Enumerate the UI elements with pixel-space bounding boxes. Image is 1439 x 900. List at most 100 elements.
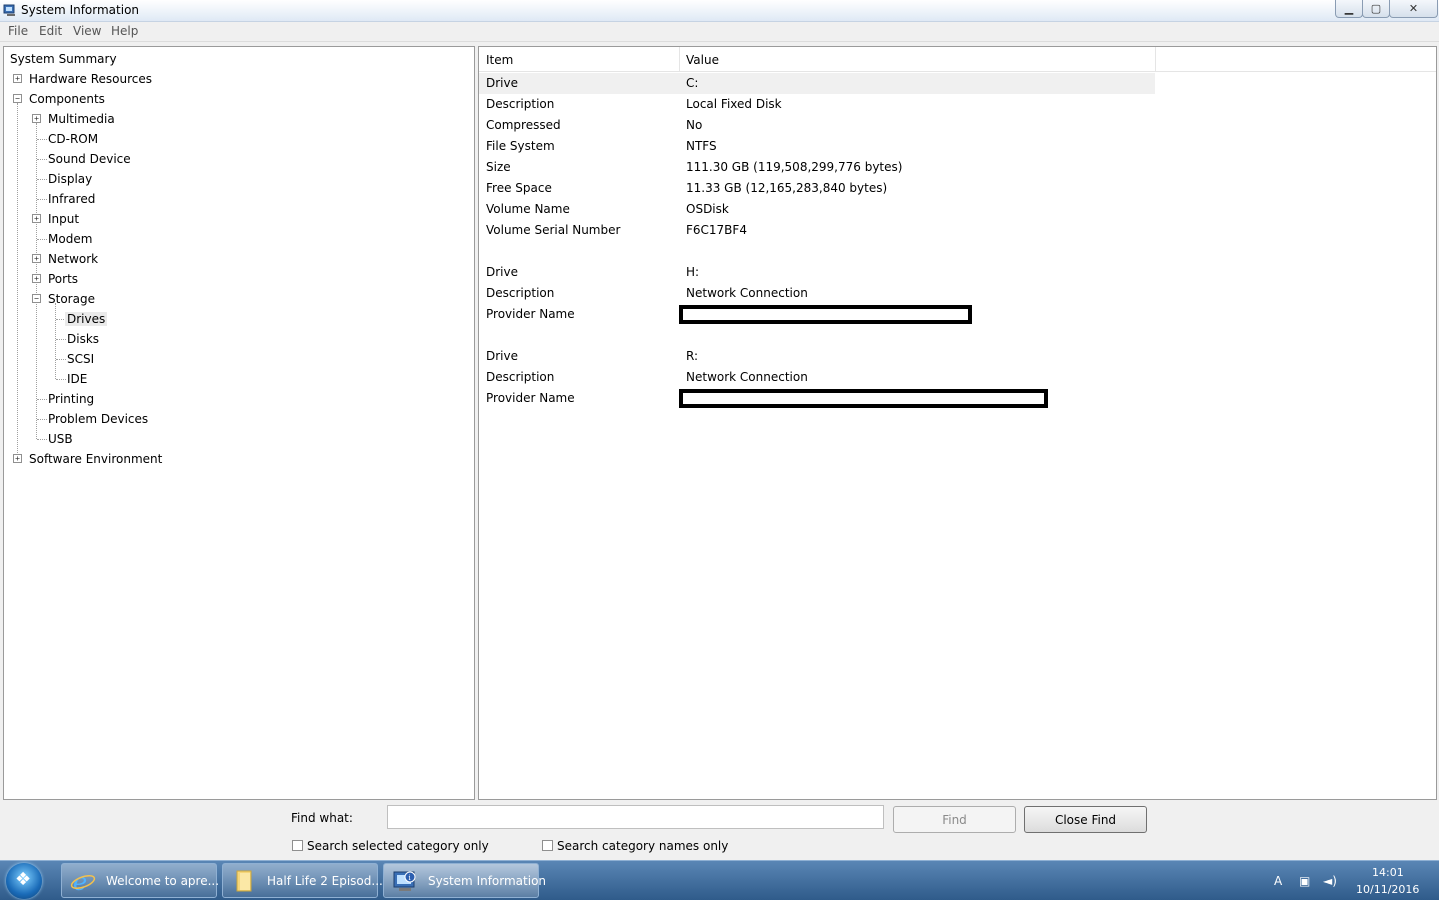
tree-item-problem-devices[interactable]: Problem Devices	[48, 410, 148, 428]
tree-item-storage[interactable]: Storage	[48, 290, 95, 308]
tree-item-sound-device[interactable]: Sound Device	[48, 150, 131, 168]
tree-item-ide[interactable]: IDE	[67, 370, 87, 388]
row-value: R:	[686, 349, 699, 363]
menu-view[interactable]: View	[73, 24, 101, 38]
clock-time[interactable]: 14:01	[1372, 866, 1404, 879]
tree-label: System Summary	[10, 52, 117, 66]
table-row[interactable]: Description Local Fixed Disk	[479, 94, 1155, 115]
search-selected-category-checkbox[interactable]	[292, 840, 303, 851]
tree-item-drives[interactable]: Drives	[65, 310, 108, 328]
tree-item-components[interactable]: Components	[29, 90, 105, 108]
column-separator[interactable]	[679, 47, 680, 71]
row-value: Local Fixed Disk	[686, 97, 782, 111]
table-row[interactable]: File System NTFS	[479, 136, 1155, 157]
close-icon: ✕	[1408, 2, 1419, 15]
collapse-icon[interactable]: −	[32, 294, 41, 303]
taskbar-item-half-life[interactable]: Half Life 2 Episod...	[222, 863, 383, 898]
taskbar-item-label: Half Life 2 Episod...	[267, 874, 383, 888]
minimize-icon: ▁	[1344, 2, 1354, 15]
list-header: Item Value	[479, 47, 1436, 72]
tree-item-usb[interactable]: USB	[48, 430, 73, 448]
table-row[interactable]: Description Network Connection	[479, 283, 1155, 304]
start-button[interactable]: ❖	[6, 863, 42, 899]
find-button[interactable]: Find	[893, 806, 1016, 833]
tree-label: IDE	[67, 372, 88, 386]
tree-item-system-summary[interactable]: System Summary	[10, 50, 117, 68]
tree-item-cd-rom[interactable]: CD-ROM	[48, 130, 98, 148]
menu-edit[interactable]: Edit	[39, 24, 62, 38]
search-category-names-label[interactable]: Search category names only	[557, 839, 728, 853]
clock-date[interactable]: 10/11/2016	[1356, 883, 1419, 896]
tree-label: Input	[48, 212, 80, 226]
system-information-app-icon	[3, 4, 15, 16]
taskbar-item-internet-explorer[interactable]: e Welcome to apre...	[61, 863, 219, 898]
taskbar: ❖ e Welcome to apre... Half Life 2 Episo…	[0, 860, 1439, 900]
find-what-input[interactable]	[387, 805, 884, 829]
tree-item-infrared[interactable]: Infrared	[48, 190, 95, 208]
search-category-names-checkbox[interactable]	[542, 840, 553, 851]
table-row[interactable]: Volume Serial Number F6C17BF4	[479, 220, 1155, 241]
menu-file[interactable]: File	[8, 24, 28, 38]
tree-item-disks[interactable]: Disks	[67, 330, 99, 348]
volume-icon[interactable]: ◄)	[1323, 874, 1337, 888]
row-item: Drive	[486, 349, 518, 363]
tree-item-input[interactable]: Input	[48, 210, 79, 228]
language-icon[interactable]: A	[1274, 874, 1282, 888]
table-row[interactable]: Provider Name	[479, 388, 1155, 409]
tree-label: Disks	[67, 332, 100, 346]
tree-item-ports[interactable]: Ports	[48, 270, 78, 288]
expand-icon[interactable]: +	[32, 274, 41, 283]
table-row[interactable]: Description Network Connection	[479, 367, 1155, 388]
details-list[interactable]: Item Value Drive C: Description Local Fi…	[478, 46, 1437, 800]
table-row[interactable]: Volume Name OSDisk	[479, 199, 1155, 220]
tree-item-scsi[interactable]: SCSI	[67, 350, 94, 368]
minimize-button[interactable]: ▁	[1335, 0, 1363, 18]
restore-icon: ▢	[1370, 2, 1382, 15]
table-row[interactable]: Free Space 11.33 GB (12,165,283,840 byte…	[479, 178, 1155, 199]
column-header-item[interactable]: Item	[486, 53, 513, 67]
tree-item-network[interactable]: Network	[48, 250, 98, 268]
title-bar: System Information ▁ ▢ ✕	[0, 0, 1439, 22]
taskbar-item-system-information[interactable]: i System Information	[383, 863, 546, 898]
tree-item-hardware-resources[interactable]: Hardware Resources	[29, 70, 152, 88]
table-row[interactable]: Drive R:	[479, 346, 1155, 367]
tree-item-software-environment[interactable]: Software Environment	[29, 450, 162, 468]
row-item: Description	[486, 286, 555, 300]
row-item: Drive	[486, 76, 518, 90]
close-button[interactable]: ✕	[1389, 0, 1438, 18]
tree-line	[55, 303, 56, 379]
tree-line	[56, 379, 66, 380]
row-item: Description	[486, 370, 555, 384]
table-row[interactable]: Compressed No	[479, 115, 1155, 136]
tree-line	[56, 339, 66, 340]
column-separator[interactable]	[1155, 47, 1156, 71]
menu-help[interactable]: Help	[111, 24, 138, 38]
tree-line	[37, 159, 47, 160]
row-item: Provider Name	[486, 307, 575, 321]
expand-icon[interactable]: +	[32, 114, 41, 123]
restore-button[interactable]: ▢	[1362, 0, 1390, 18]
table-row[interactable]: Size 111.30 GB (119,508,299,776 bytes)	[479, 157, 1155, 178]
tree-line	[17, 103, 18, 459]
table-row[interactable]: Drive H:	[479, 262, 1155, 283]
table-row[interactable]: Drive C:	[479, 73, 1155, 94]
column-header-value[interactable]: Value	[686, 53, 719, 67]
network-icon[interactable]: ▣	[1299, 874, 1310, 888]
close-find-button[interactable]: Close Find	[1024, 806, 1147, 833]
expand-icon[interactable]: +	[13, 74, 22, 83]
expand-icon[interactable]: +	[32, 254, 41, 263]
search-selected-category-label[interactable]: Search selected category only	[307, 839, 489, 853]
tree-item-display[interactable]: Display	[48, 170, 92, 188]
tree-item-printing[interactable]: Printing	[48, 390, 94, 408]
tree-item-multimedia[interactable]: Multimedia	[48, 110, 115, 128]
tree-line	[37, 139, 47, 140]
tree-line	[37, 239, 47, 240]
tree-label: SCSI	[67, 352, 95, 366]
category-tree[interactable]: System Summary + Hardware Resources − Co…	[3, 46, 475, 800]
window-title: System Information	[21, 3, 140, 17]
collapse-icon[interactable]: −	[13, 94, 22, 103]
expand-icon[interactable]: +	[13, 454, 22, 463]
expand-icon[interactable]: +	[32, 214, 41, 223]
table-row[interactable]: Provider Name	[479, 304, 1155, 325]
tree-item-modem[interactable]: Modem	[48, 230, 92, 248]
